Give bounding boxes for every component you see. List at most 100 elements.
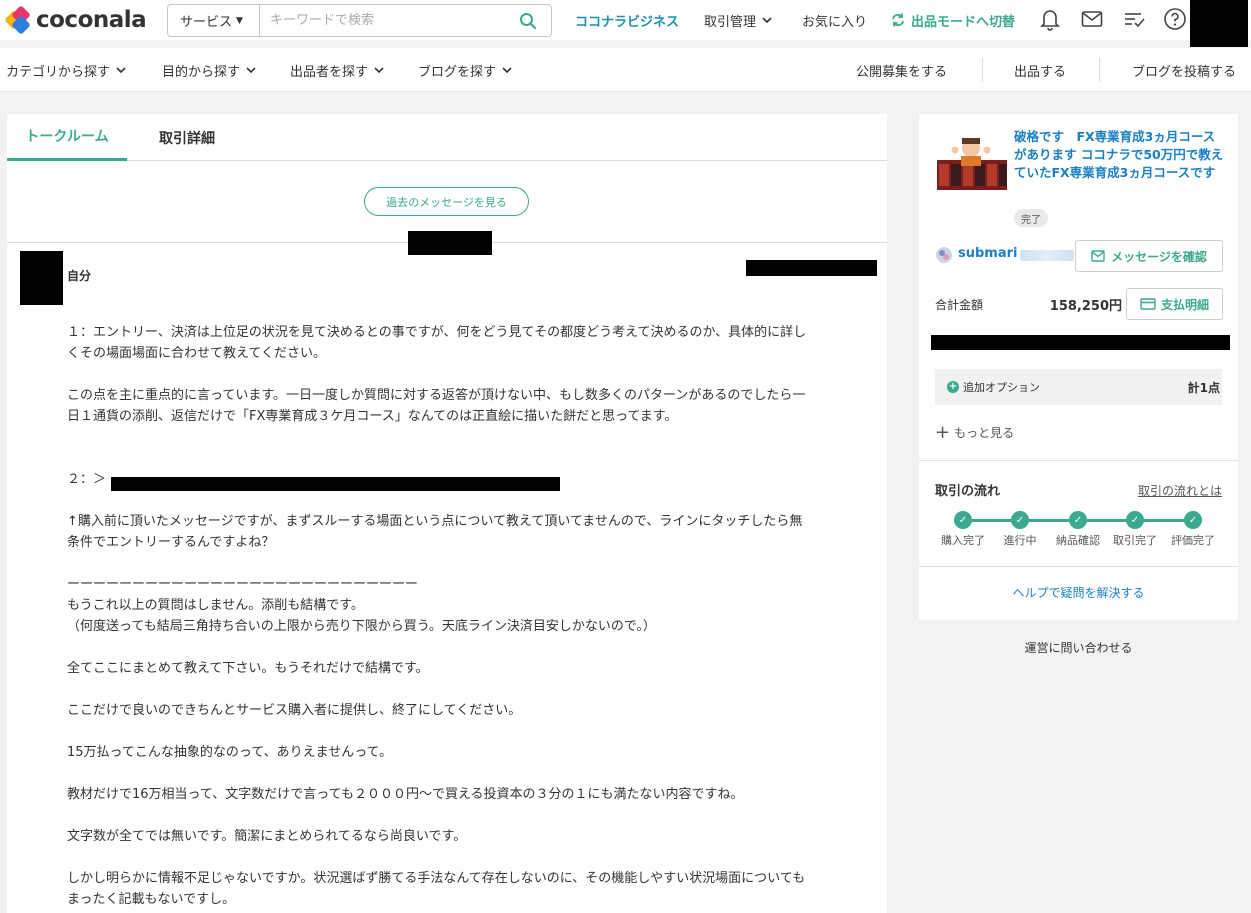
message-line <box>67 637 877 658</box>
message-line: 教材だけで16万相当って、文字数だけで言っても２０００円〜で買える投資本の３分の… <box>67 787 744 802</box>
message-line: 15万払ってこんな抽象的なのって、ありえませんって。 <box>67 745 393 760</box>
flow-step-label: 購入完了 <box>941 534 985 547</box>
message-line: もうこれ以上の質問はしません。添削も結構です。 <box>67 598 364 613</box>
search-category-label: サービス <box>180 15 233 30</box>
payment-details-label: 支払明細 <box>1160 297 1209 312</box>
logo-mark-icon <box>4 5 32 35</box>
message-line <box>67 553 877 574</box>
top-header: coconala サービス ▼ ココナラビジネス 取引管理 お気に入り 出品モー… <box>0 0 1251 47</box>
check-icon: ✓ <box>1069 511 1087 529</box>
message-line <box>67 763 877 784</box>
chevron-down-icon <box>116 67 126 74</box>
check-icon: ✓ <box>1011 511 1029 529</box>
flow-step-label: 進行中 <box>1003 534 1037 547</box>
status-badge: 完了 <box>1014 209 1048 227</box>
additional-options-count: 計1点 <box>1187 380 1220 395</box>
message-line: 文字数が全てでは無いです。簡潔にまとめられてるなら尚良いです。 <box>67 829 467 844</box>
task-list-icon[interactable] <box>1121 6 1147 32</box>
sidebar-divider <box>919 566 1238 567</box>
subnav-post-blog[interactable]: ブログを投稿する <box>1132 48 1236 92</box>
payment-details-button[interactable]: 支払明細 <box>1126 288 1223 320</box>
message-sender: 自分 <box>67 269 92 283</box>
flow-step-label: 評価完了 <box>1171 534 1215 547</box>
additional-options-label: 追加オプション <box>963 381 1040 394</box>
tab-transaction-details[interactable]: 取引詳細 <box>137 114 237 161</box>
subnav-sellers[interactable]: 出品者を探す <box>290 48 386 92</box>
search-button[interactable] <box>505 5 551 36</box>
service-thumbnail[interactable] <box>935 134 1007 190</box>
chevron-down-icon <box>502 67 512 74</box>
coconala-logo[interactable]: coconala <box>4 5 147 35</box>
check-icon: ✓ <box>1184 511 1202 529</box>
message-line: ーーーーーーーーーーーーーーーーーーーーーーーーーーー <box>67 577 419 592</box>
message-line <box>67 721 877 742</box>
message-line: まったく記載もないですし。 <box>67 892 236 907</box>
subnav-list-service[interactable]: 出品する <box>1014 48 1066 92</box>
message-line: 条件でエントリーするんですよね？ <box>67 535 275 550</box>
subnav-purpose-label: 目的から探す <box>162 64 241 80</box>
subnav-sellers-label: 出品者を探す <box>290 64 369 80</box>
plus-circle-icon: + <box>947 381 959 393</box>
search-category-select[interactable]: サービス ▼ <box>168 5 260 36</box>
user-avatar-redacted[interactable] <box>1190 0 1248 47</box>
total-amount-value: 158,250円 <box>1049 299 1122 314</box>
mail-icon[interactable] <box>1079 6 1105 32</box>
transaction-flow-help-link[interactable]: 取引の流れとは <box>1138 482 1222 499</box>
subnav-divider <box>1099 58 1100 82</box>
notification-bell-icon[interactable] <box>1037 6 1063 32</box>
total-amount-label: 合計金額 <box>935 298 984 312</box>
chevron-down-icon <box>246 67 256 74</box>
subnav-divider <box>982 58 983 82</box>
message-line <box>67 805 877 826</box>
subnav-blogs-label: ブログを探す <box>418 64 497 80</box>
help-resolve-link[interactable]: ヘルプで疑問を解決する <box>919 584 1238 601</box>
chevron-down-icon: ▼ <box>236 15 243 26</box>
nav-transactions[interactable]: 取引管理 <box>704 0 774 40</box>
show-more-label: もっと見る <box>954 426 1015 440</box>
mail-icon <box>1091 250 1105 262</box>
contact-support-link[interactable]: 運営に問い合わせる <box>919 639 1238 656</box>
search-icon <box>520 12 537 29</box>
sender-avatar-redacted <box>20 251 63 305</box>
message-line: １：エントリー、決済は上位足の状況を見て決めるとの事ですが、何をどう見てその都度… <box>67 325 807 340</box>
message-line: この点を主に重点的に言っています。一日一度しか質問に対する返答が頂けない中、もし… <box>67 388 806 403</box>
view-message-label: メッセージを確認 <box>1111 249 1207 264</box>
nav-transactions-label: 取引管理 <box>704 14 757 30</box>
show-more-link[interactable]: + もっと見る <box>935 421 1015 443</box>
subnav-category-label: カテゴリから探す <box>6 64 111 80</box>
seller-name-link[interactable]: submari <box>958 246 1017 261</box>
message-line <box>67 448 877 469</box>
subnav-purpose[interactable]: 目的から探す <box>162 48 258 92</box>
nav-favorites[interactable]: お気に入り <box>802 0 867 40</box>
quoted-text-redacted <box>111 477 560 491</box>
search-input[interactable] <box>260 5 505 36</box>
logo-text: coconala <box>36 7 147 33</box>
plus-icon: + <box>935 421 951 443</box>
date-label-redacted <box>408 231 492 255</box>
view-past-messages-button[interactable]: 過去のメッセージを見る <box>364 187 529 216</box>
chevron-down-icon <box>374 67 384 74</box>
message-line: 全てここにまとめて教えて下さい。もうそれだけで結構です。 <box>67 661 429 676</box>
service-title-link[interactable]: 破格です FX専業育成3ヵ月コースがあります ココナラで50万円で教えていたFX… <box>1014 128 1226 182</box>
tab-bar: トークルーム 取引詳細 <box>7 114 887 161</box>
subnav-blogs[interactable]: ブログを探す <box>418 48 514 92</box>
additional-options-row[interactable]: + 追加オプション 計1点 <box>935 369 1222 405</box>
message-line: 日１通貨の添削、返信だけで「FX専業育成３ケ月コース」なんてのは正直絵に描いた餅… <box>67 409 678 424</box>
nav-coconala-business[interactable]: ココナラビジネス <box>575 0 679 40</box>
subnav-category[interactable]: カテゴリから探す <box>6 48 128 92</box>
message-line: ↑購入前に頂いたメッセージですが、まずスルーする場面という点について教えて頂いて… <box>67 514 803 529</box>
message-line: しかし明らかに情報不足じゃないですか。状況選ばず勝てる手法なんて存在しないのに、… <box>67 871 806 886</box>
message-line <box>67 847 877 868</box>
subnav-public-request[interactable]: 公開募集をする <box>856 48 947 92</box>
card-icon <box>1140 298 1156 310</box>
search-box: サービス ▼ <box>167 4 552 37</box>
seller-name-blurred <box>1020 250 1074 261</box>
help-icon[interactable] <box>1162 6 1188 32</box>
nav-switch-seller-mode[interactable]: 出品モードへ切替 <box>890 0 1015 40</box>
sub-navigation: カテゴリから探す 目的から探す 出品者を探す ブログを探す 公開募集をする 出品… <box>0 48 1251 92</box>
view-message-button[interactable]: メッセージを確認 <box>1075 240 1223 272</box>
flow-step-label: 取引完了 <box>1113 534 1157 547</box>
sidebar-divider <box>919 460 1238 461</box>
switch-icon <box>892 13 904 27</box>
tab-talkroom[interactable]: トークルーム <box>7 114 127 161</box>
